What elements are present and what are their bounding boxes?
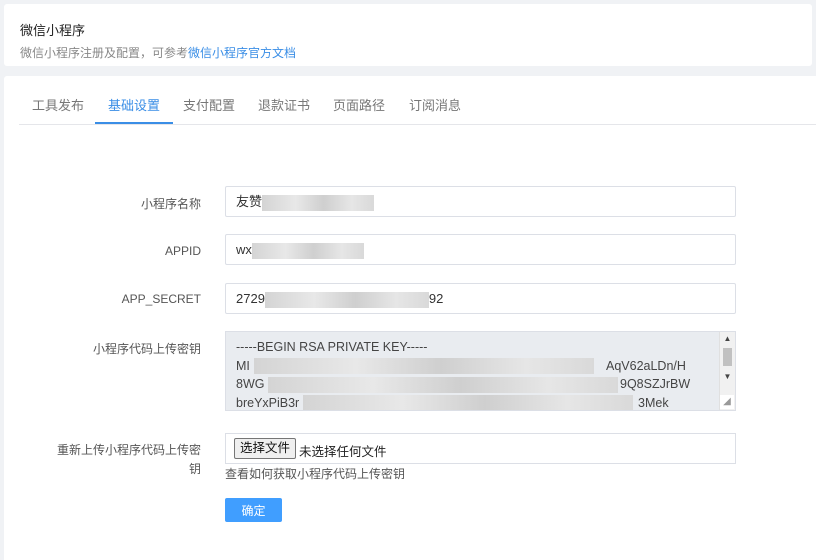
name-value: 友赞 <box>236 194 263 209</box>
key-line: breYxPiB3r 3Mek <box>236 395 669 410</box>
tab-basic-settings[interactable]: 基础设置 <box>95 76 174 124</box>
tab-payment-config[interactable]: 支付配置 <box>170 76 248 124</box>
file-status: 未选择任何文件 <box>299 445 387 459</box>
name-label: 小程序名称 <box>140 197 201 211</box>
key-line: -----BEGIN RSA PRIVATE KEY----- <box>236 340 428 354</box>
choose-file-button[interactable]: 选择文件 <box>234 438 297 459</box>
tab-page-path[interactable]: 页面路径 <box>320 76 398 124</box>
settings-panel: 工具发布 基础设置 支付配置 退款证书 页面路径 订阅消息 小程序名称 友赞 A… <box>4 76 816 560</box>
page-title: 微信小程序 <box>20 23 86 38</box>
tab-tool-publish[interactable]: 工具发布 <box>19 76 97 124</box>
tab-refund-cert[interactable]: 退款证书 <box>245 76 323 124</box>
official-docs-link[interactable]: 微信小程序官方文档 <box>188 46 296 60</box>
scroll-up-icon[interactable]: ▲ <box>720 332 735 346</box>
help-link[interactable]: 查看如何获取小程序代码上传密钥 <box>225 465 405 482</box>
secret-label: APP_SECRET <box>121 292 201 306</box>
key-line: MI AqV62aLDn/H <box>236 358 686 375</box>
secret-suffix: 92 <box>428 291 444 306</box>
secret-prefix: 2729 <box>236 291 265 306</box>
file-input[interactable]: 选择文件 未选择任何文件 <box>225 433 736 464</box>
name-input[interactable]: 友赞 <box>225 186 736 217</box>
confirm-button[interactable]: 确定 <box>225 498 282 522</box>
scroll-thumb[interactable] <box>723 348 732 366</box>
key-line: 8WG 9Q8SZJrBW <box>236 376 691 393</box>
description-text: 微信小程序注册及配置，可参考 <box>20 46 189 60</box>
upload-key-textarea[interactable]: -----BEGIN RSA PRIVATE KEY----- MI AqV62a… <box>225 331 736 411</box>
redacted-blur <box>251 242 364 259</box>
redacted-blur <box>264 291 429 308</box>
appid-input[interactable]: wx <box>225 234 736 265</box>
tab-subscribe-message[interactable]: 订阅消息 <box>396 76 474 124</box>
header-card: 微信小程序 微信小程序注册及配置，可参考微信小程序官方文档 <box>4 4 812 66</box>
appid-value: wx <box>236 242 252 257</box>
reupload-label: 重新上传小程序代码上传密钥 <box>51 441 201 479</box>
tab-bar: 工具发布 基础设置 支付配置 退款证书 页面路径 订阅消息 <box>19 76 816 125</box>
resize-handle-icon[interactable]: ◢ <box>720 395 734 409</box>
secret-input[interactable]: 2729 92 <box>225 283 736 314</box>
page-description: 微信小程序注册及配置，可参考微信小程序官方文档 <box>20 44 296 61</box>
redacted-blur <box>262 194 375 211</box>
scroll-down-icon[interactable]: ▼ <box>720 370 735 384</box>
upload-key-label: 小程序代码上传密钥 <box>92 342 201 356</box>
reupload-label-text: 重新上传小程序代码上传密钥 <box>56 443 201 476</box>
appid-label: APPID <box>164 244 201 258</box>
